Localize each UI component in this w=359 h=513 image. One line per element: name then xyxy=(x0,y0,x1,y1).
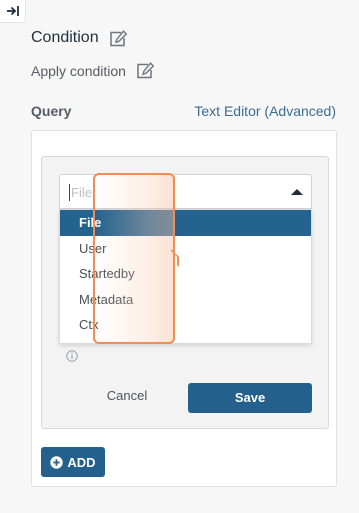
add-button-label: ADD xyxy=(67,454,96,470)
text-editor-link[interactable]: Text Editor (Advanced) xyxy=(194,103,336,119)
field-select-input[interactable] xyxy=(71,183,271,202)
add-button[interactable]: ADD xyxy=(41,447,105,477)
condition-editor: File User Startedby Metadata Ctx Cancel … xyxy=(41,156,329,429)
option-user[interactable]: User xyxy=(60,236,311,262)
collapse-right-icon xyxy=(6,5,20,17)
edit-title-icon[interactable] xyxy=(109,29,128,47)
option-metadata[interactable]: Metadata xyxy=(60,287,311,313)
condition-title: Condition xyxy=(31,29,99,46)
condition-panel: Condition Apply condition Query Text Edi… xyxy=(31,0,338,513)
query-card: File User Startedby Metadata Ctx Cancel … xyxy=(31,130,337,487)
condition-header: Condition xyxy=(31,29,128,47)
save-button[interactable]: Save xyxy=(188,383,312,413)
caret-up-icon[interactable] xyxy=(291,189,303,195)
option-ctx[interactable]: Ctx xyxy=(60,312,311,338)
info-icon[interactable] xyxy=(66,349,78,367)
condition-subtitle: Apply condition xyxy=(31,62,126,79)
condition-subheader: Apply condition xyxy=(31,62,155,79)
option-startedby[interactable]: Startedby xyxy=(60,261,311,287)
plus-circle-icon xyxy=(50,455,64,469)
edit-subtitle-icon[interactable] xyxy=(136,62,155,79)
cancel-button[interactable]: Cancel xyxy=(97,383,157,409)
text-cursor xyxy=(69,184,70,201)
option-file[interactable]: File xyxy=(60,210,311,236)
field-select[interactable] xyxy=(59,174,312,209)
collapse-panel-button[interactable] xyxy=(0,0,26,23)
field-options-menu: File User Startedby Metadata Ctx xyxy=(59,209,312,344)
query-label: Query xyxy=(31,103,72,119)
